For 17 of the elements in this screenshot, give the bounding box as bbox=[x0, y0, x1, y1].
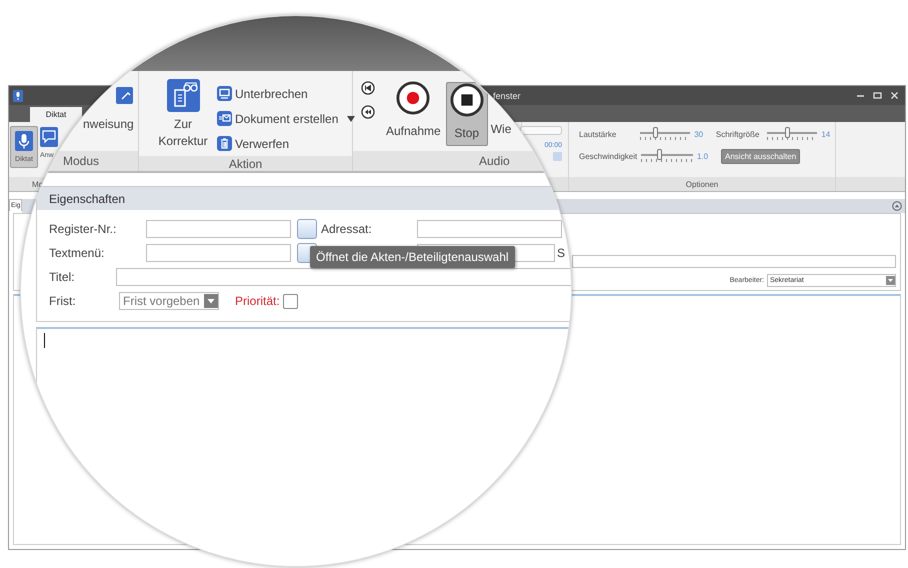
field-label: Register-Nr.: bbox=[49, 222, 118, 236]
tooltip: Öffnet die Akten-/Beteiligtenauswahl bbox=[310, 246, 515, 268]
window-title: fenster bbox=[493, 90, 521, 100]
slider-value: 30 bbox=[694, 130, 704, 138]
field-label: Textmenü: bbox=[49, 246, 106, 260]
field-label: Adressat: bbox=[321, 222, 373, 236]
slider-label: Schriftgröße bbox=[716, 130, 760, 138]
slider-label: Geschwindigkeit bbox=[579, 152, 637, 160]
field-label: S bbox=[557, 246, 566, 260]
field-label: Titel: bbox=[49, 270, 76, 284]
field-label: Priorität: bbox=[235, 294, 280, 308]
slider-value: 14 bbox=[821, 130, 832, 138]
group-label: Optionen bbox=[569, 177, 835, 191]
slider-value: 1.0 bbox=[697, 152, 710, 160]
field-label: Frist: bbox=[49, 294, 77, 308]
group-label: Aktion bbox=[139, 156, 352, 171]
slider-label: Lautstärke bbox=[579, 130, 618, 138]
